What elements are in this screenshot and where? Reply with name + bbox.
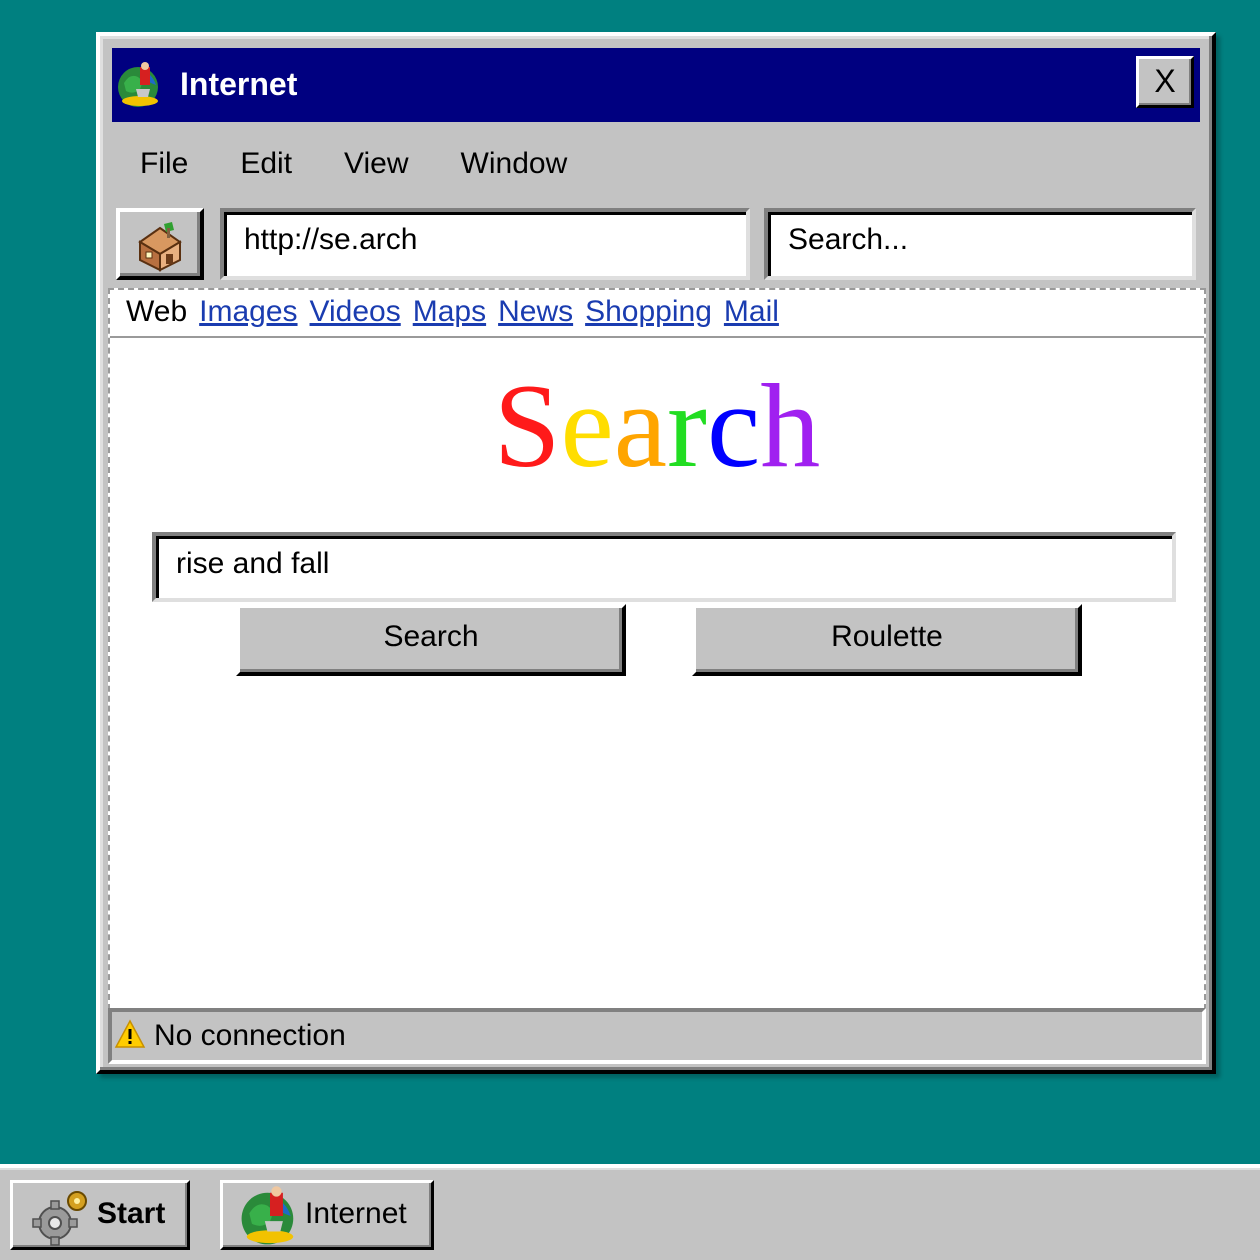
status-text: No connection bbox=[154, 1019, 346, 1052]
start-label: Start bbox=[97, 1197, 166, 1230]
taskbar: Start Internet bbox=[0, 1164, 1260, 1260]
warning-icon bbox=[114, 1019, 146, 1048]
nav-news-link[interactable]: News bbox=[498, 295, 573, 328]
window-title: Internet bbox=[180, 66, 298, 102]
close-button[interactable]: X bbox=[1136, 56, 1194, 108]
logo-letter: c bbox=[706, 359, 761, 492]
nav-mail-link[interactable]: Mail bbox=[724, 295, 779, 328]
browser-window: Internet X File Edit View Window http://se.… bbox=[96, 32, 1216, 1074]
url-field[interactable]: http://se.arch bbox=[220, 208, 750, 280]
nav-web: Web bbox=[126, 295, 188, 328]
home-icon bbox=[138, 222, 182, 272]
nav-videos-link[interactable]: Videos bbox=[310, 295, 401, 328]
gear-icon bbox=[32, 1191, 87, 1246]
internet-globe-icon bbox=[118, 62, 158, 107]
roulette-button[interactable]: Roulette bbox=[692, 604, 1082, 676]
main-search-input[interactable]: rise and fall bbox=[152, 532, 1176, 602]
menu-view[interactable]: View bbox=[316, 140, 432, 188]
search-button[interactable]: Search bbox=[236, 604, 626, 676]
nav-maps-link[interactable]: Maps bbox=[413, 295, 486, 328]
page-viewport: Web Images Videos Maps News Shopping Mail Sear… bbox=[108, 288, 1206, 1010]
taskbar-internet-button[interactable]: Internet bbox=[220, 1180, 434, 1250]
nav-shopping-link[interactable]: Shopping bbox=[585, 295, 712, 328]
title-bar[interactable]: Internet X bbox=[112, 48, 1200, 122]
internet-globe-icon bbox=[241, 1186, 294, 1245]
home-button[interactable] bbox=[116, 208, 204, 280]
logo-letter: e bbox=[560, 359, 614, 492]
logo-letter: r bbox=[667, 359, 707, 492]
logo-letter: S bbox=[493, 359, 561, 492]
taskbar-internet-label: Internet bbox=[305, 1197, 407, 1230]
menu-file[interactable]: File bbox=[112, 140, 212, 188]
search-logo: Search bbox=[110, 356, 1204, 496]
logo-letter: a bbox=[613, 359, 668, 492]
menu-bar: File Edit View Window bbox=[112, 140, 591, 190]
menu-window[interactable]: Window bbox=[433, 140, 592, 188]
menu-edit[interactable]: Edit bbox=[212, 140, 316, 188]
nav-images-link[interactable]: Images bbox=[199, 295, 297, 328]
toolbar-search-field[interactable]: Search... bbox=[764, 208, 1196, 280]
logo-letter: h bbox=[760, 359, 821, 492]
start-button[interactable]: Start bbox=[10, 1180, 190, 1250]
status-bar: No connection bbox=[108, 1008, 1206, 1064]
search-nav: Web Images Videos Maps News Shopping Mail bbox=[110, 290, 1204, 338]
